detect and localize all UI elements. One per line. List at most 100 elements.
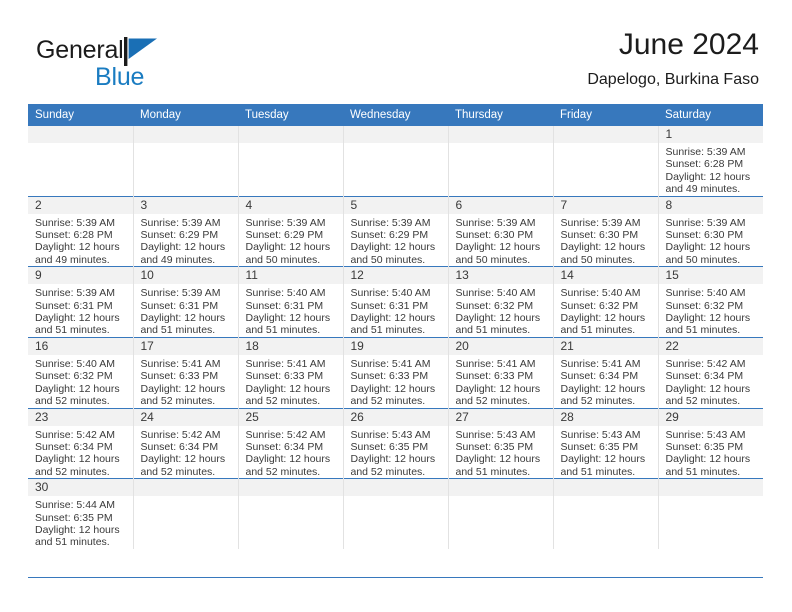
calendar-day-cell[interactable]: 14 Sunrise: 5:40 AM Sunset: 6:32 PM Dayl… <box>552 266 658 338</box>
day-number: 5 <box>343 196 448 214</box>
daylight-line-1: Daylight: 12 hours <box>665 453 751 466</box>
calendar-day-cell[interactable]: 15 Sunrise: 5:40 AM Sunset: 6:32 PM Dayl… <box>657 266 763 338</box>
brand-name-blue: Blue <box>95 63 145 91</box>
day-details: Sunrise: 5:39 AM Sunset: 6:28 PM Dayligh… <box>659 143 764 196</box>
calendar-day-cell[interactable]: 25 Sunrise: 5:42 AM Sunset: 6:34 PM Dayl… <box>237 407 343 479</box>
calendar-day-cell[interactable] <box>342 478 448 549</box>
daylight-line-2: and 51 minutes. <box>560 324 636 337</box>
day-number: 7 <box>553 196 658 214</box>
day-details: Sunrise: 5:42 AM Sunset: 6:34 PM Dayligh… <box>239 426 343 479</box>
daylight-line-2: and 52 minutes. <box>455 395 531 408</box>
brand-logo[interactable]: General Blue <box>36 36 226 96</box>
day-cell-content <box>553 126 658 196</box>
sunset-line: Sunset: 6:34 PM <box>245 440 324 453</box>
day-details: Sunrise: 5:39 AM Sunset: 6:29 PM Dayligh… <box>134 214 238 267</box>
sunrise-line: Sunrise: 5:43 AM <box>560 428 641 441</box>
calendar-day-cell[interactable]: 9 Sunrise: 5:39 AM Sunset: 6:31 PM Dayli… <box>28 266 133 338</box>
calendar-day-cell[interactable]: 22 Sunrise: 5:42 AM Sunset: 6:34 PM Dayl… <box>657 336 763 408</box>
calendar-header-row: Sunday Monday Tuesday Wednesday Thursday… <box>28 104 763 126</box>
brand-name-general: General <box>36 36 124 64</box>
calendar-day-cell[interactable]: 13 Sunrise: 5:40 AM Sunset: 6:32 PM Dayl… <box>447 266 553 338</box>
title-block: June 2024 Dapelogo, Burkina Faso <box>587 28 759 91</box>
day-number <box>238 126 343 143</box>
sunrise-line: Sunrise: 5:43 AM <box>350 428 431 441</box>
sunset-line: Sunset: 6:33 PM <box>140 370 219 383</box>
calendar-day-cell[interactable]: 18 Sunrise: 5:41 AM Sunset: 6:33 PM Dayl… <box>237 336 343 408</box>
calendar-day-cell[interactable] <box>28 126 133 197</box>
sunrise-line: Sunrise: 5:41 AM <box>560 357 641 370</box>
sunrise-line: Sunrise: 5:39 AM <box>140 216 221 229</box>
calendar-day-cell[interactable]: 24 Sunrise: 5:42 AM Sunset: 6:34 PM Dayl… <box>132 407 238 479</box>
daylight-line-2: and 49 minutes. <box>665 183 741 196</box>
day-details: Sunrise: 5:44 AM Sunset: 6:35 PM Dayligh… <box>28 496 133 549</box>
daylight-line-2: and 51 minutes. <box>350 324 426 337</box>
calendar-day-cell[interactable] <box>552 478 658 549</box>
calendar-day-cell[interactable]: 30 Sunrise: 5:44 AM Sunset: 6:35 PM Dayl… <box>28 478 133 549</box>
day-cell-content: 26 Sunrise: 5:43 AM Sunset: 6:35 PM Dayl… <box>343 408 448 479</box>
calendar-body: 1 Sunrise: 5:39 AM Sunset: 6:28 PM Dayli… <box>28 126 763 549</box>
day-details <box>554 143 658 146</box>
calendar-day-cell[interactable] <box>342 126 448 197</box>
calendar-day-cell[interactable]: 19 Sunrise: 5:41 AM Sunset: 6:33 PM Dayl… <box>342 336 448 408</box>
calendar-day-cell[interactable]: 16 Sunrise: 5:40 AM Sunset: 6:32 PM Dayl… <box>28 336 133 408</box>
daylight-line-2: and 51 minutes. <box>245 324 321 337</box>
day-details <box>449 143 553 146</box>
calendar-day-cell[interactable]: 1 Sunrise: 5:39 AM Sunset: 6:28 PM Dayli… <box>657 126 764 197</box>
day-cell-content: 1 Sunrise: 5:39 AM Sunset: 6:28 PM Dayli… <box>658 126 764 196</box>
daylight-line-2: and 51 minutes. <box>140 324 216 337</box>
calendar-day-cell[interactable]: 27 Sunrise: 5:43 AM Sunset: 6:35 PM Dayl… <box>447 407 553 479</box>
sunrise-line: Sunrise: 5:42 AM <box>245 428 326 441</box>
daylight-line-2: and 51 minutes. <box>665 324 741 337</box>
day-number: 15 <box>658 267 763 285</box>
calendar-day-cell[interactable]: 10 Sunrise: 5:39 AM Sunset: 6:31 PM Dayl… <box>132 266 238 338</box>
calendar-day-cell[interactable]: 20 Sunrise: 5:41 AM Sunset: 6:33 PM Dayl… <box>447 336 553 408</box>
day-cell-content: 8 Sunrise: 5:39 AM Sunset: 6:30 PM Dayli… <box>658 196 763 267</box>
day-details <box>239 496 343 499</box>
day-cell-content: 16 Sunrise: 5:40 AM Sunset: 6:32 PM Dayl… <box>28 337 133 408</box>
day-number <box>658 479 763 497</box>
day-details: Sunrise: 5:39 AM Sunset: 6:30 PM Dayligh… <box>554 214 658 267</box>
calendar-day-cell[interactable]: 12 Sunrise: 5:40 AM Sunset: 6:31 PM Dayl… <box>342 266 448 338</box>
calendar-day-cell[interactable]: 6 Sunrise: 5:39 AM Sunset: 6:30 PM Dayli… <box>447 195 553 267</box>
sunrise-line: Sunrise: 5:40 AM <box>350 287 431 300</box>
calendar-day-cell[interactable]: 26 Sunrise: 5:43 AM Sunset: 6:35 PM Dayl… <box>342 407 448 479</box>
day-details <box>344 143 448 146</box>
calendar-day-cell[interactable] <box>237 478 343 549</box>
day-cell-content: 30 Sunrise: 5:44 AM Sunset: 6:35 PM Dayl… <box>28 479 133 549</box>
calendar-day-cell[interactable] <box>132 478 238 549</box>
calendar-day-cell[interactable] <box>132 126 238 197</box>
day-cell-content: 27 Sunrise: 5:43 AM Sunset: 6:35 PM Dayl… <box>448 408 553 479</box>
day-details: Sunrise: 5:41 AM Sunset: 6:33 PM Dayligh… <box>239 355 343 408</box>
calendar-day-cell[interactable] <box>447 478 553 549</box>
day-cell-content: 9 Sunrise: 5:39 AM Sunset: 6:31 PM Dayli… <box>28 267 133 337</box>
day-details: Sunrise: 5:42 AM Sunset: 6:34 PM Dayligh… <box>28 426 133 479</box>
calendar-day-cell[interactable]: 28 Sunrise: 5:43 AM Sunset: 6:35 PM Dayl… <box>552 407 658 479</box>
calendar-day-cell[interactable]: 4 Sunrise: 5:39 AM Sunset: 6:29 PM Dayli… <box>237 195 343 267</box>
day-cell-content: 15 Sunrise: 5:40 AM Sunset: 6:32 PM Dayl… <box>658 267 763 337</box>
daylight-line-1: Daylight: 12 hours <box>245 382 331 395</box>
calendar-day-cell[interactable]: 3 Sunrise: 5:39 AM Sunset: 6:29 PM Dayli… <box>132 195 238 267</box>
sunrise-line: Sunrise: 5:39 AM <box>245 216 326 229</box>
day-details <box>554 496 658 499</box>
calendar-day-cell[interactable]: 17 Sunrise: 5:41 AM Sunset: 6:33 PM Dayl… <box>132 336 238 408</box>
calendar-day-cell[interactable]: 21 Sunrise: 5:41 AM Sunset: 6:34 PM Dayl… <box>552 336 658 408</box>
day-cell-content <box>28 126 133 196</box>
calendar-day-cell[interactable]: 11 Sunrise: 5:40 AM Sunset: 6:31 PM Dayl… <box>237 266 343 338</box>
daylight-line-2: and 50 minutes. <box>350 253 426 266</box>
calendar-day-cell[interactable]: 8 Sunrise: 5:39 AM Sunset: 6:30 PM Dayli… <box>657 195 763 267</box>
calendar-day-cell[interactable] <box>552 126 658 197</box>
page-header: General Blue June 2024 Dapelogo, Burkina… <box>30 28 759 100</box>
calendar-day-cell[interactable]: 29 Sunrise: 5:43 AM Sunset: 6:35 PM Dayl… <box>657 407 763 479</box>
calendar-day-cell[interactable]: 2 Sunrise: 5:39 AM Sunset: 6:28 PM Dayli… <box>28 195 133 267</box>
calendar-day-cell[interactable]: 7 Sunrise: 5:39 AM Sunset: 6:30 PM Dayli… <box>552 195 658 267</box>
calendar-day-cell[interactable] <box>237 126 343 197</box>
calendar-day-cell[interactable] <box>447 126 553 197</box>
calendar-day-cell[interactable]: 5 Sunrise: 5:39 AM Sunset: 6:29 PM Dayli… <box>342 195 448 267</box>
day-details: Sunrise: 5:39 AM Sunset: 6:28 PM Dayligh… <box>28 214 133 267</box>
sunset-line: Sunset: 6:35 PM <box>665 440 744 453</box>
day-details: Sunrise: 5:39 AM Sunset: 6:29 PM Dayligh… <box>344 214 448 267</box>
day-number: 4 <box>238 196 343 214</box>
calendar-day-cell[interactable] <box>657 478 763 549</box>
calendar-day-cell[interactable]: 23 Sunrise: 5:42 AM Sunset: 6:34 PM Dayl… <box>28 407 133 479</box>
day-cell-content <box>133 479 238 549</box>
